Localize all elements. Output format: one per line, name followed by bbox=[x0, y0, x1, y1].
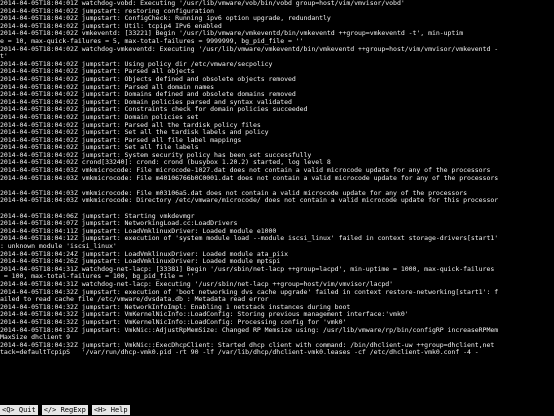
log-line: 2014-04-05T18:04:02Z jumpstart: Domain p… bbox=[0, 113, 199, 121]
log-line: : unknown module 'iscsi_linux' bbox=[0, 243, 117, 250]
help-key-hint[interactable]: <H> Help bbox=[91, 405, 130, 415]
log-line: 2014-04-05T18:04:26Z jumpstart: LoadVmkl… bbox=[0, 258, 281, 266]
log-line: 2014-04-05T18:04:02Z jumpstart: Set all … bbox=[0, 144, 199, 152]
log-line: 2014-04-05T18:04:32Z jumpstart: VmKernel… bbox=[0, 318, 347, 326]
log-line: MaxSize dhclient 9 bbox=[0, 334, 71, 342]
log-line: e = 10, max-quick-failures = 5, max-tota… bbox=[0, 37, 304, 45]
log-line: 2014-04-05T18:04:02Z jumpstart: Domains … bbox=[0, 91, 296, 99]
log-line: 2014-04-05T18:04:02Z crond[33240]: crond… bbox=[0, 159, 331, 167]
log-line: t' bbox=[0, 53, 8, 61]
log-line: 2014-04-05T18:04:02Z jumpstart: Constrai… bbox=[0, 106, 308, 114]
log-line: tack=defaultTcpipS '/var/run/dhcp-vmk0.p… bbox=[0, 349, 479, 357]
quit-key-hint[interactable]: <Q> Quit bbox=[0, 405, 38, 415]
log-line: 2014-04-05T18:04:32Z jumpstart: executio… bbox=[0, 288, 499, 296]
log-line: 2014-04-05T18:04:02Z jumpstart: Using po… bbox=[0, 60, 273, 68]
log-line: 2014-04-05T18:04:11Z jumpstart: LoadVmkl… bbox=[0, 227, 277, 235]
log-line: 2014-04-05T18:04:02Z jumpstart: ConfigCh… bbox=[0, 15, 331, 23]
log-line: = 100, max-total-failures = 100, bg_pid_… bbox=[0, 273, 195, 281]
log-line: 2014-04-05T18:04:03Z vmkmicrocode: Direc… bbox=[0, 197, 499, 205]
log-line: ailed to read cache file /etc/vmware/dvs… bbox=[0, 296, 269, 304]
log-line: 2014-04-05T18:04:12Z jumpstart: executio… bbox=[0, 235, 499, 243]
log-line: 2014-04-05T18:04:02Z jumpstart: Parsed a… bbox=[0, 68, 195, 76]
regexp-key-hint[interactable]: </> RegExp bbox=[41, 405, 88, 415]
log-line: 2014-04-05T18:04:03Z vmkmicrocode: File … bbox=[0, 189, 467, 197]
log-line: 2014-04-05T18:04:02Z jumpstart: Util: tc… bbox=[0, 22, 222, 30]
log-line: 2014-04-05T18:04:03Z vmkmicrocode: File … bbox=[0, 167, 491, 175]
log-line: 2014-04-05T18:04:07Z jumpstart: Networki… bbox=[0, 220, 238, 228]
log-line: 2014-04-05T18:04:24Z jumpstart: LoadVmkl… bbox=[0, 250, 288, 258]
log-line: 2014-04-05T18:04:02Z jumpstart: Parsed a… bbox=[0, 136, 242, 144]
log-line: 2014-04-05T18:04:06Z jumpstart: Starting… bbox=[0, 212, 195, 220]
log-line: 2014-04-05T18:04:02Z jumpstart: restorin… bbox=[0, 7, 215, 15]
log-output: 2014-04-05T18:04:01Z watchdog-vobd: Exec… bbox=[0, 0, 554, 404]
log-line: 2014-04-05T18:04:02Z jumpstart: Objects … bbox=[0, 75, 296, 83]
log-line: 2014-04-05T18:04:02Z jumpstart: Set all … bbox=[0, 129, 269, 137]
log-line: 2014-04-05T18:04:02Z jumpstart: Parsed a… bbox=[0, 121, 261, 129]
log-line: 2014-04-05T18:04:02Z watchdog-vmkeventd:… bbox=[0, 45, 499, 53]
log-line: 2014-04-05T18:04:32Z jumpstart: VmKernel… bbox=[0, 311, 409, 319]
log-line: 2014-04-05T18:04:03Z vmkmicrocode: File … bbox=[0, 174, 499, 182]
log-line: 2014-04-05T18:04:31Z watchdog-net-lacp: … bbox=[0, 265, 495, 273]
log-line: 2014-04-05T18:04:02Z jumpstart: Domain p… bbox=[0, 98, 292, 106]
log-line: 2014-04-05T18:04:32Z jumpstart: NetworkI… bbox=[0, 303, 351, 311]
console-screen: 2014-04-05T18:04:01Z watchdog-vobd: Exec… bbox=[0, 0, 554, 416]
log-line: 2014-04-05T18:04:31Z watchdog-net-lacp: … bbox=[0, 280, 394, 288]
key-hint-bar: <Q> Quit </> RegExp <H> Help bbox=[0, 404, 554, 416]
log-line: 2014-04-05T18:04:01Z watchdog-vobd: Exec… bbox=[0, 0, 405, 7]
log-line: 2014-04-05T18:04:32Z jumpstart: VmkNic::… bbox=[0, 341, 495, 349]
log-line: 2014-04-05T18:04:32Z jumpstart: VmkNic::… bbox=[0, 326, 499, 334]
log-line: 2014-04-05T18:04:02Z jumpstart: System s… bbox=[0, 151, 312, 159]
log-line: 2014-04-05T18:04:02Z vmkeventd: [33221] … bbox=[0, 30, 464, 38]
log-line: 2014-04-05T18:04:02Z jumpstart: Parsed a… bbox=[0, 83, 215, 91]
